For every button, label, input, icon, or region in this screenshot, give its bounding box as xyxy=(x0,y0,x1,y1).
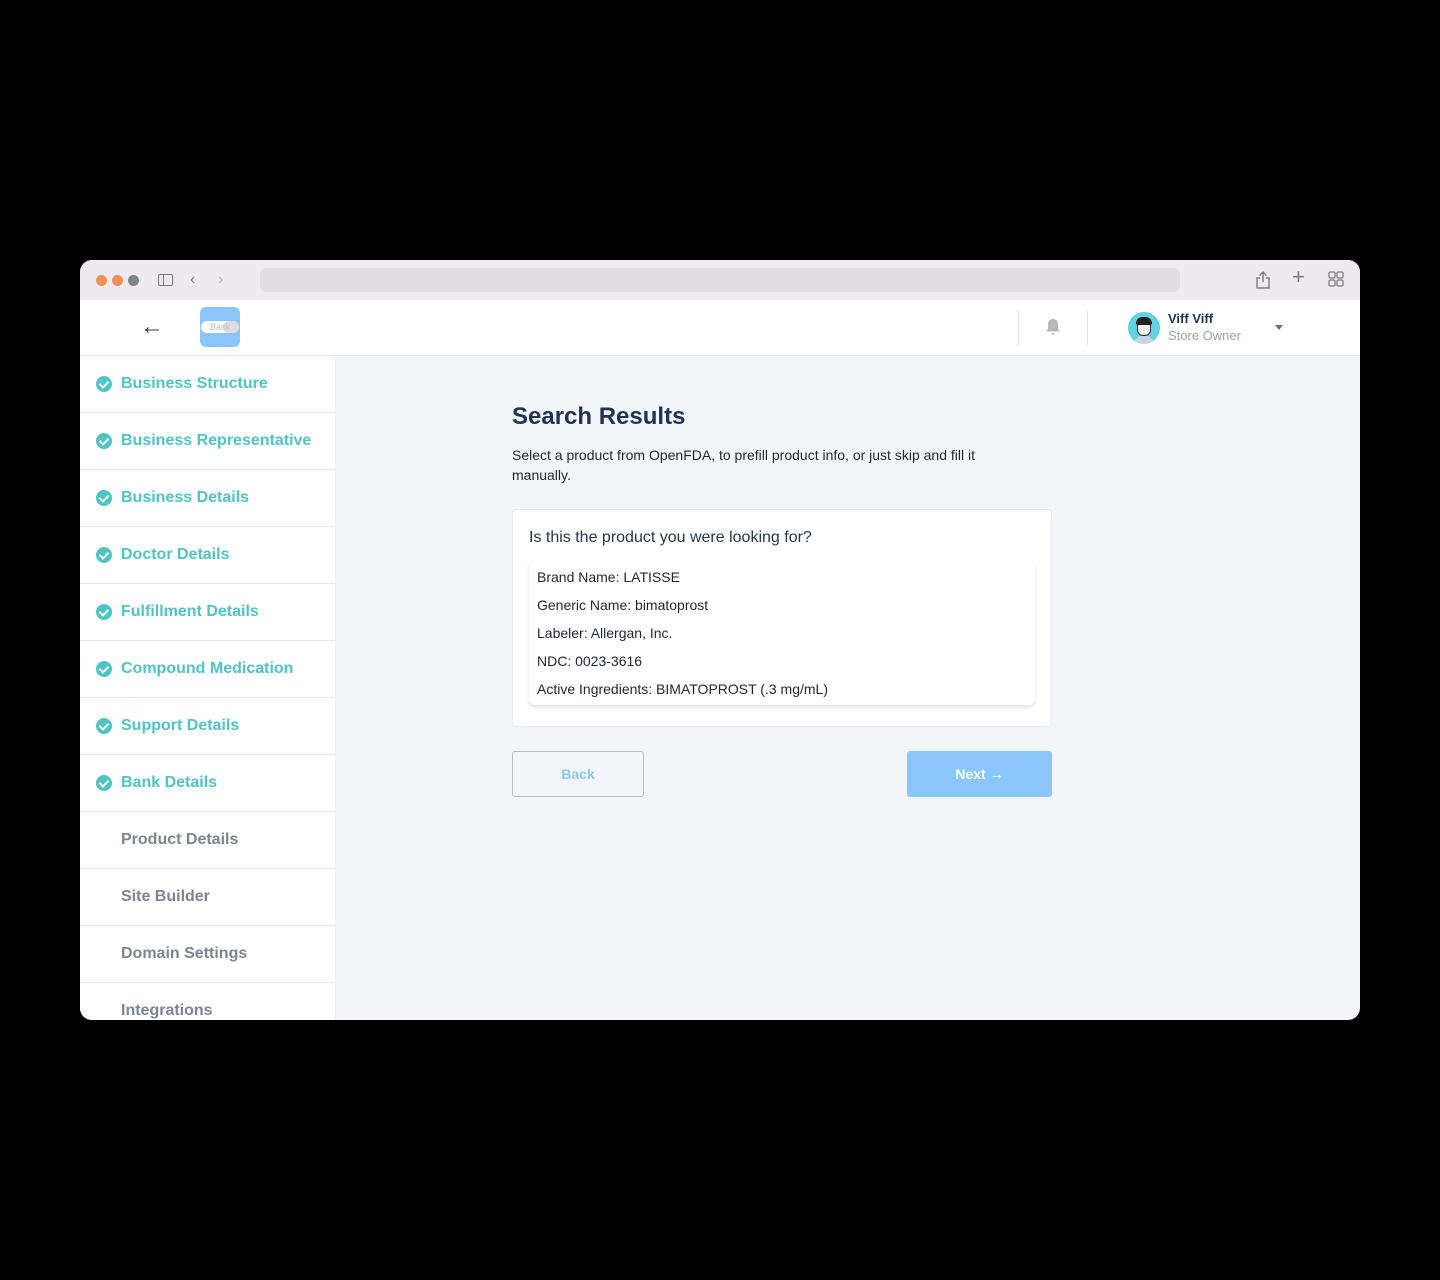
main-content: Search Results Select a product from Ope… xyxy=(512,356,1052,797)
check-circle-icon xyxy=(96,433,112,449)
form-actions: Back Next → xyxy=(512,751,1052,797)
sidebar-toggle-icon[interactable] xyxy=(158,274,173,286)
avatar xyxy=(1128,311,1160,344)
sidebar-step-product-details[interactable]: Product Details xyxy=(80,812,335,869)
browser-chrome: ‹ › + xyxy=(80,260,1360,300)
step-label: Bank Details xyxy=(121,774,218,791)
sidebar-step-compound-medication[interactable]: Compound Medication xyxy=(80,641,335,698)
step-label: Doctor Details xyxy=(121,546,230,563)
browser-window: ‹ › + ← Bask Viff Viff Store Owner Busin… xyxy=(80,260,1360,1020)
onboarding-steps-sidebar: Business Structure Business Representati… xyxy=(80,356,336,1020)
header-divider xyxy=(1087,310,1088,346)
check-circle-icon xyxy=(96,604,112,620)
check-circle-icon xyxy=(96,718,112,734)
step-label: Integrations xyxy=(121,1002,213,1019)
app-header: ← Bask Viff Viff Store Owner xyxy=(80,300,1360,356)
check-circle-icon xyxy=(96,775,112,791)
sidebar-step-business-structure[interactable]: Business Structure xyxy=(80,356,335,413)
user-menu[interactable]: Viff Viff Store Owner xyxy=(1128,311,1241,344)
share-icon[interactable] xyxy=(1255,271,1271,294)
zoom-window-button[interactable] xyxy=(128,275,139,286)
labeler: Labeler: Allergan, Inc. xyxy=(537,625,673,641)
sidebar-step-site-builder[interactable]: Site Builder xyxy=(80,869,335,926)
bask-logo[interactable]: Bask xyxy=(200,307,240,347)
chevron-left-icon[interactable]: ‹ xyxy=(190,271,195,289)
sidebar-step-bank-details[interactable]: Bank Details xyxy=(80,755,335,812)
card-question: Is this the product you were looking for… xyxy=(529,529,812,546)
sidebar-step-fulfillment-details[interactable]: Fulfillment Details xyxy=(80,584,335,641)
page-subtitle: Select a product from OpenFDA, to prefil… xyxy=(512,447,975,483)
step-label: Business Details xyxy=(121,489,250,506)
next-button[interactable]: Next → xyxy=(907,751,1052,797)
step-label: Domain Settings xyxy=(121,945,248,962)
chevron-down-icon[interactable] xyxy=(1275,325,1283,330)
step-label: Support Details xyxy=(121,717,240,734)
search-result-card: Is this the product you were looking for… xyxy=(512,509,1052,727)
sidebar-step-business-details[interactable]: Business Details xyxy=(80,470,335,527)
step-label: Compound Medication xyxy=(121,660,294,677)
sidebar-step-domain-settings[interactable]: Domain Settings xyxy=(80,926,335,983)
step-label: Fulfillment Details xyxy=(121,603,259,620)
ndc: NDC: 0023-3616 xyxy=(537,653,643,669)
active-ingredients: Active Ingredients: BIMATOPROST (.3 mg/m… xyxy=(537,681,828,697)
chevron-right-icon[interactable]: › xyxy=(218,271,223,289)
check-circle-icon xyxy=(96,376,112,392)
product-result-option[interactable]: Brand Name: LATISSE Generic Name: bimato… xyxy=(529,560,1035,705)
check-circle-icon xyxy=(96,490,112,506)
minimize-window-button[interactable] xyxy=(112,275,123,286)
step-label: Site Builder xyxy=(121,888,210,905)
brand-name: Brand Name: LATISSE xyxy=(537,569,680,585)
tabs-grid-icon[interactable] xyxy=(1328,271,1344,292)
new-tab-icon[interactable]: + xyxy=(1292,266,1305,288)
back-arrow-icon[interactable]: ← xyxy=(140,314,164,340)
address-bar[interactable] xyxy=(260,268,1180,292)
step-label: Business Structure xyxy=(121,375,268,392)
back-button[interactable]: Back xyxy=(512,751,644,797)
sidebar-step-business-representative[interactable]: Business Representative xyxy=(80,413,335,470)
generic-name: Generic Name: bimatoprost xyxy=(537,597,709,613)
close-window-button[interactable] xyxy=(96,275,107,286)
sidebar-step-doctor-details[interactable]: Doctor Details xyxy=(80,527,335,584)
check-circle-icon xyxy=(96,661,112,677)
user-name: Viff Viff xyxy=(1168,311,1214,326)
logo-text: Bask xyxy=(201,321,239,333)
window-controls xyxy=(96,275,139,286)
step-label: Product Details xyxy=(121,831,239,848)
check-circle-icon xyxy=(96,547,112,563)
header-divider xyxy=(1018,310,1019,346)
step-label: Business Representative xyxy=(121,432,312,449)
bell-icon[interactable] xyxy=(1043,317,1063,337)
user-role: Store Owner xyxy=(1168,328,1241,343)
page-title: Search Results xyxy=(512,403,686,430)
sidebar-step-integrations[interactable]: Integrations xyxy=(80,983,335,1020)
sidebar-step-support-details[interactable]: Support Details xyxy=(80,698,335,755)
